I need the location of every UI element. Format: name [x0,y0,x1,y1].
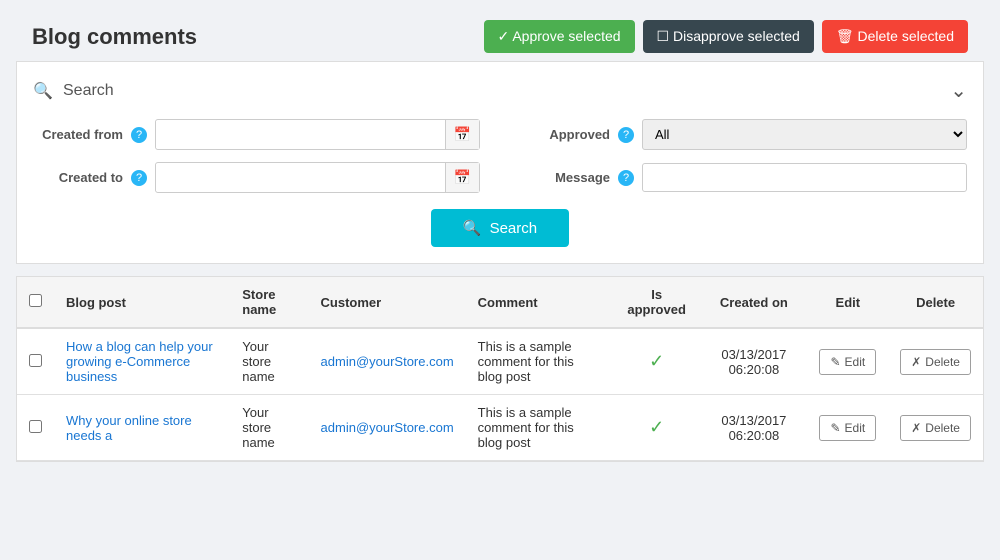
created-from-row: Created from ? 📅 [33,119,480,150]
comments-table-container: Blog post Store name Customer Comment Is… [16,276,984,462]
table-row: Why your online store needs a Your store… [17,395,983,461]
row-checkbox-cell [17,395,54,461]
disapprove-selected-button[interactable]: ☐ Disapprove selected [643,20,814,53]
col-created-on: Created on [700,277,807,328]
search-button[interactable]: 🔍 Search [431,209,569,247]
created-from-label: Created from [33,127,123,142]
top-actions: ✓ Approve selected ☐ Disapprove selected… [484,20,969,53]
approved-check-icon: ✓ [649,417,664,437]
message-row: Message ? [520,162,967,193]
approve-selected-button[interactable]: ✓ Approve selected [484,20,635,53]
created-from-input-wrapper: 📅 [155,119,480,150]
row-delete-cell-0: ✗ Delete [888,328,983,395]
x-icon: ✗ [911,421,921,435]
comments-table: Blog post Store name Customer Comment Is… [17,277,983,461]
blog-post-link-1[interactable]: Why your online store needs a [66,413,192,443]
row-blog-post-1: Why your online store needs a [54,395,230,461]
row-customer-1: admin@yourStore.com [309,395,466,461]
row-checkbox-1[interactable] [29,420,42,433]
blog-post-link-0[interactable]: How a blog can help your growing e-Comme… [66,339,213,384]
x-icon: ✗ [911,355,921,369]
row-edit-cell-0: ✎ Edit [807,328,888,395]
edit-button-1[interactable]: ✎ Edit [819,415,876,441]
created-to-calendar-icon[interactable]: 📅 [445,163,479,192]
created-to-row: Created to ? 📅 [33,162,480,193]
edit-button-0[interactable]: ✎ Edit [819,349,876,375]
customer-email-link-1[interactable]: admin@yourStore.com [321,420,454,435]
row-store-name-1: Your store name [230,395,308,461]
search-header-left: 🔍 Search [33,81,114,101]
page-title: Blog comments [32,24,197,50]
col-customer: Customer [309,277,466,328]
row-created-on-1: 03/13/2017 06:20:08 [700,395,807,461]
col-blog-post: Blog post [54,277,230,328]
created-to-input[interactable] [156,164,445,191]
row-store-name-0: Your store name [230,328,308,395]
created-to-input-wrapper: 📅 [155,162,480,193]
row-delete-cell-1: ✗ Delete [888,395,983,461]
message-help-icon[interactable]: ? [618,170,634,186]
top-bar: Blog comments ✓ Approve selected ☐ Disap… [16,12,984,61]
pencil-icon: ✎ [830,355,840,369]
delete-button-1[interactable]: ✗ Delete [900,415,971,441]
col-delete: Delete [888,277,983,328]
table-row: How a blog can help your growing e-Comme… [17,328,983,395]
row-blog-post-0: How a blog can help your growing e-Comme… [54,328,230,395]
created-to-help-icon[interactable]: ? [131,170,147,186]
row-checkbox-0[interactable] [29,354,42,367]
approved-row: Approved ? All Yes No [520,119,967,150]
search-icon: 🔍 [33,81,53,101]
search-btn-icon: 🔍 [463,219,482,237]
message-input[interactable] [642,163,967,192]
delete-selected-button[interactable]: 🗑 Delete selected [822,20,968,53]
select-all-cell [17,277,54,328]
row-comment-0: This is a sample comment for this blog p… [466,328,613,395]
filter-grid: Created from ? 📅 Approved ? All Yes No [33,119,967,193]
approved-help-icon[interactable]: ? [618,127,634,143]
delete-button-0[interactable]: ✗ Delete [900,349,971,375]
approved-label: Approved [520,127,610,142]
chevron-down-icon: ⌄ [950,78,967,103]
col-store-name: Store name [230,277,308,328]
search-btn-row: 🔍 Search [33,209,967,247]
row-customer-0: admin@yourStore.com [309,328,466,395]
created-from-calendar-icon[interactable]: 📅 [445,120,479,149]
col-edit: Edit [807,277,888,328]
created-from-input[interactable] [156,121,445,148]
created-from-help-icon[interactable]: ? [131,127,147,143]
row-comment-1: This is a sample comment for this blog p… [466,395,613,461]
message-label: Message [520,170,610,185]
customer-email-link-0[interactable]: admin@yourStore.com [321,354,454,369]
approved-check-icon: ✓ [649,351,664,371]
row-created-on-0: 03/13/2017 06:20:08 [700,328,807,395]
row-approved-1: ✓ [613,395,700,461]
col-is-approved: Is approved [613,277,700,328]
row-edit-cell-1: ✎ Edit [807,395,888,461]
row-checkbox-cell [17,328,54,395]
search-panel-header[interactable]: 🔍 Search ⌄ [33,78,967,103]
col-comment: Comment [466,277,613,328]
select-all-checkbox[interactable] [29,294,42,307]
table-header-row: Blog post Store name Customer Comment Is… [17,277,983,328]
search-panel: 🔍 Search ⌄ Created from ? 📅 Approved ? A [16,61,984,264]
approved-select[interactable]: All Yes No [642,119,967,150]
row-approved-0: ✓ [613,328,700,395]
created-to-label: Created to [33,170,123,185]
pencil-icon: ✎ [830,421,840,435]
search-panel-title: Search [63,82,114,100]
